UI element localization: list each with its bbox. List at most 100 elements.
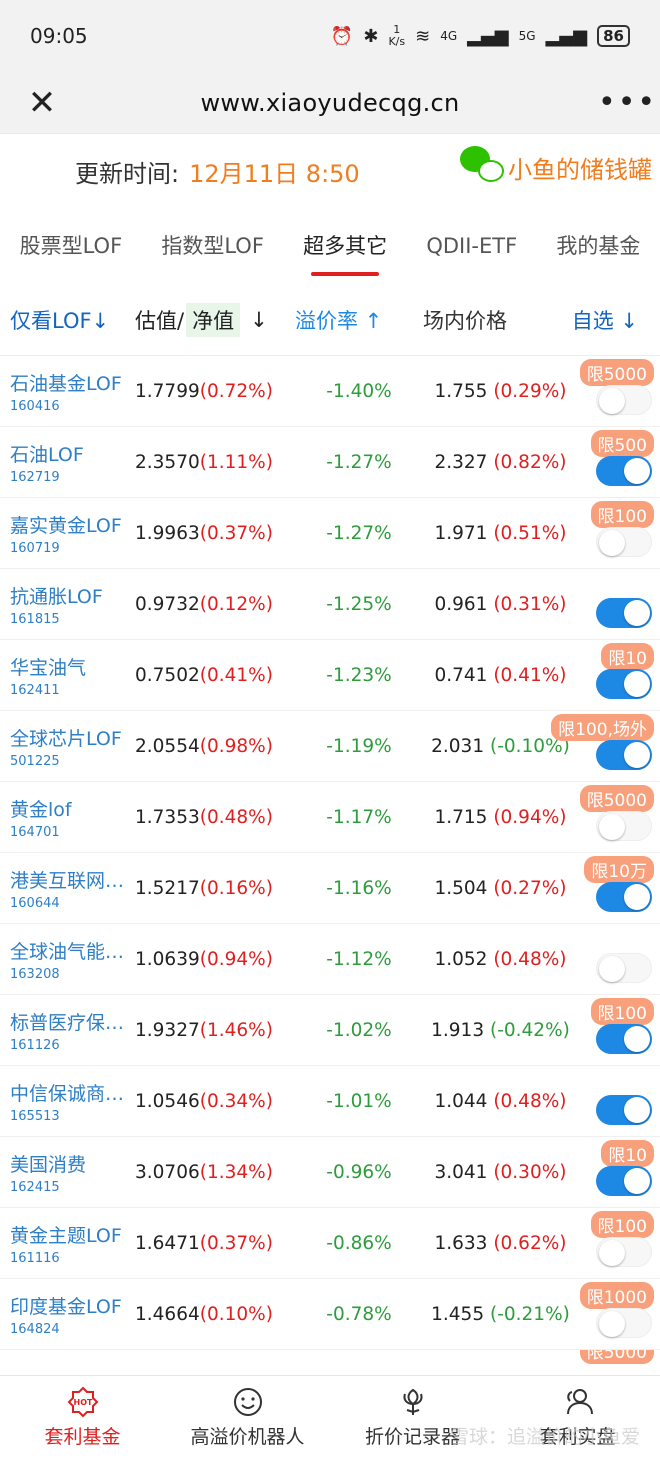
fund-name[interactable]: 港美互联网… — [10, 866, 135, 893]
sort-favorite[interactable]: 自选 ↓ — [543, 305, 660, 335]
fund-name-cell[interactable]: 石油LOF 162719 — [0, 440, 135, 485]
close-icon[interactable]: ✕ — [22, 83, 62, 123]
fund-name[interactable]: 嘉实黄金LOF — [10, 511, 135, 538]
favorite-toggle[interactable] — [596, 881, 652, 912]
fund-name[interactable]: 中信保诚商… — [10, 1079, 135, 1106]
favorite-toggle[interactable] — [596, 668, 652, 699]
favorite-toggle[interactable] — [596, 1307, 652, 1338]
favorite-cell: 限100 — [578, 1208, 660, 1279]
table-row[interactable]: 中信保诚商… 165513 1.0546(0.34%) -1.01% 1.044 (0.… — [0, 1066, 660, 1137]
fund-name[interactable]: 标普医疗保… — [10, 1008, 135, 1035]
nav-premium-robot[interactable]: 高溢价机器人 — [165, 1386, 330, 1449]
table-row[interactable]: 美国消费 162415 3.0706(1.34%) -0.96% 3.041 (0.30… — [0, 1137, 660, 1208]
sort-nav[interactable]: 估值/ 净值 ↓ — [135, 302, 295, 337]
nav-value: 1.9963 — [135, 522, 200, 544]
browser-bar: ✕ www.xiaoyudecqg.cn ••• — [0, 72, 660, 134]
table-row[interactable]: 华宝油气 162411 0.7502(0.41%) -1.23% 0.741 (0.41… — [0, 640, 660, 711]
nav-cell: 1.0546(0.34%) — [135, 1091, 295, 1112]
fund-code: 160644 — [10, 895, 60, 911]
favorite-toggle[interactable] — [596, 526, 652, 557]
fund-name-cell[interactable]: 黄金主题LOF 161116 — [0, 1221, 135, 1266]
fund-name[interactable]: 华宝油气 — [10, 653, 135, 680]
brand[interactable]: 小鱼的储钱罐 — [460, 146, 652, 188]
fund-name[interactable]: 全球油气能… — [10, 937, 135, 964]
table-row[interactable]: 嘉实黄金LOF 160719 1.9963(0.37%) -1.27% 1.971 (0… — [0, 498, 660, 569]
fund-name[interactable]: 石油基金LOF — [10, 369, 135, 396]
table-row[interactable]: 抗通胀LOF 161815 0.9732(0.12%) -1.25% 0.961 (0.… — [0, 569, 660, 640]
fund-name-cell[interactable]: 石油基金LOF 160416 — [0, 369, 135, 414]
favorite-toggle[interactable] — [596, 810, 652, 841]
nav-discount-recorder[interactable]: 折价记录器 — [330, 1386, 495, 1449]
favorite-toggle[interactable] — [596, 1094, 652, 1125]
table-row[interactable]: 石油LOF 162719 2.3570(1.11%) -1.27% 2.327 (0.8… — [0, 427, 660, 498]
fund-name-cell[interactable]: 中信保诚商… 165513 — [0, 1079, 135, 1124]
favorite-toggle[interactable] — [596, 739, 652, 770]
table-row[interactable]: 全球油气能… 163208 1.0639(0.94%) -1.12% 1.052 (0.… — [0, 924, 660, 995]
favorite-toggle[interactable] — [596, 1023, 652, 1054]
nav-change: (0.34%) — [199, 1090, 273, 1112]
nav-cell: 1.7799(0.72%) — [135, 381, 295, 402]
nav-change: (0.12%) — [199, 593, 273, 615]
table-row[interactable]: 印度基金LOF 164824 1.4664(0.10%) -0.78% 1.455 (-… — [0, 1279, 660, 1350]
market-price: 3.041 — [434, 1161, 488, 1183]
favorite-toggle[interactable] — [596, 384, 652, 415]
favorite-cell: 限10万 — [578, 853, 660, 924]
tab-qdii-etf[interactable]: QDII-ETF — [422, 226, 521, 276]
table-row[interactable]: 标普医疗保… 161126 1.9327(1.46%) -1.02% 1.913 (-0… — [0, 995, 660, 1066]
nav-value: 1.0546 — [135, 1090, 200, 1112]
fund-name-cell[interactable]: 华宝油气 162411 — [0, 653, 135, 698]
tab-my-funds[interactable]: 我的基金 — [552, 226, 644, 276]
price-change: (0.62%) — [493, 1232, 567, 1254]
nav-arbitrage-funds[interactable]: HOT 套利基金 — [0, 1386, 165, 1449]
table-row[interactable]: 港美互联网… 160644 1.5217(0.16%) -1.16% 1.504 (0.… — [0, 853, 660, 924]
nav-arbitrage-live[interactable]: 套利实盘 — [495, 1386, 660, 1449]
tab-index-lof[interactable]: 指数型LOF — [157, 226, 268, 276]
premium-rate: -1.19% — [326, 735, 392, 757]
table-row[interactable]: 全球芯片LOF 501225 2.0554(0.98%) -1.19% 2.031 (-… — [0, 711, 660, 782]
fund-name[interactable]: 美国消费 — [10, 1150, 135, 1177]
fund-name[interactable]: 石油LOF — [10, 440, 135, 467]
price-change: (0.41%) — [493, 664, 567, 686]
fund-name[interactable]: 抗通胀LOF — [10, 582, 135, 609]
battery-icon: 86 — [597, 25, 630, 47]
limit-badge: 限500 — [590, 429, 654, 457]
nav-value: 1.6471 — [135, 1232, 200, 1254]
favorite-toggle[interactable] — [596, 1236, 652, 1267]
tab-stock-lof[interactable]: 股票型LOF — [16, 226, 127, 276]
sort-premium[interactable]: 溢价率 ↑ — [295, 305, 423, 335]
market-price: 1.052 — [434, 948, 488, 970]
table-row[interactable]: 黄金lof 164701 1.7353(0.48%) -1.17% 1.715 (0.9… — [0, 782, 660, 853]
market-price: 1.971 — [434, 522, 488, 544]
fund-name-cell[interactable]: 全球芯片LOF 501225 — [0, 724, 135, 769]
nav-value: 2.3570 — [135, 451, 200, 473]
favorite-cell: 限5000 — [578, 782, 660, 853]
price-change: (0.48%) — [493, 1090, 567, 1112]
fund-name-cell[interactable]: 黄金lof 164701 — [0, 795, 135, 840]
tab-others[interactable]: 超多其它 — [299, 226, 391, 276]
market-price: 2.031 — [431, 735, 485, 757]
fund-name[interactable]: 全球芯片LOF — [10, 724, 135, 751]
favorite-toggle[interactable] — [596, 597, 652, 628]
favorite-toggle[interactable] — [596, 1165, 652, 1196]
fund-name-cell[interactable]: 标普医疗保… 161126 — [0, 1008, 135, 1053]
price-cell: 1.504 (0.27%) — [423, 878, 578, 899]
more-icon[interactable]: ••• — [598, 85, 655, 120]
fund-name-cell[interactable]: 抗通胀LOF 161815 — [0, 582, 135, 627]
fund-name-cell[interactable]: 全球油气能… 163208 — [0, 937, 135, 982]
favorite-toggle[interactable] — [596, 952, 652, 983]
fund-name[interactable]: 黄金主题LOF — [10, 1221, 135, 1248]
table-row[interactable]: 黄金主题LOF 161116 1.6471(0.37%) -0.86% 1.633 (0… — [0, 1208, 660, 1279]
premium-rate: -1.23% — [326, 664, 392, 686]
status-bar: 09:05 ⏰ ✱ 1 K/s ≋ 4G ▂▄▆ 5G ▂▄▆ 86 — [0, 0, 660, 72]
fund-name-cell[interactable]: 印度基金LOF 164824 — [0, 1292, 135, 1337]
fund-name-cell[interactable]: 嘉实黄金LOF 160719 — [0, 511, 135, 556]
fund-code: 161116 — [10, 1250, 60, 1266]
favorite-toggle[interactable] — [596, 455, 652, 486]
fund-name[interactable]: 印度基金LOF — [10, 1292, 135, 1319]
fund-name[interactable]: 黄金lof — [10, 795, 135, 822]
price-change: (0.48%) — [493, 948, 567, 970]
fund-name-cell[interactable]: 港美互联网… 160644 — [0, 866, 135, 911]
table-row[interactable]: 石油基金LOF 160416 1.7799(0.72%) -1.40% 1.755 (0… — [0, 356, 660, 427]
filter-lof-only[interactable]: 仅看LOF↓ — [0, 305, 135, 335]
fund-name-cell[interactable]: 美国消费 162415 — [0, 1150, 135, 1195]
